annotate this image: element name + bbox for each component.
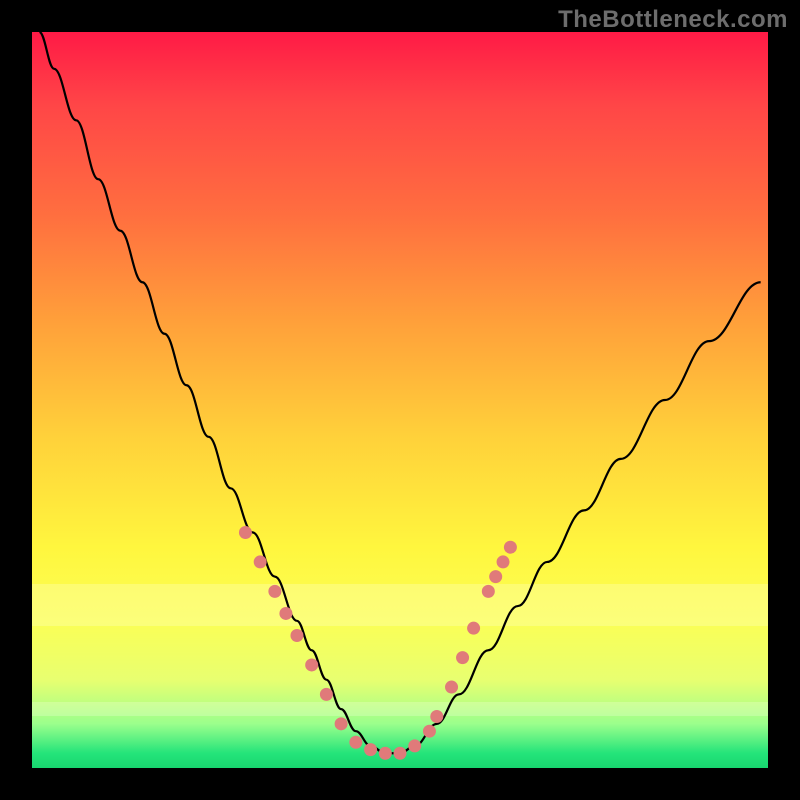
marker-dot — [467, 622, 480, 635]
data-markers — [239, 526, 517, 760]
marker-dot — [290, 629, 303, 642]
chart-svg — [32, 32, 768, 768]
marker-dot — [456, 651, 469, 664]
marker-dot — [320, 688, 333, 701]
watermark-text: TheBottleneck.com — [558, 6, 788, 34]
marker-dot — [497, 555, 510, 568]
marker-dot — [268, 585, 281, 598]
marker-dot — [408, 739, 421, 752]
marker-dot — [349, 736, 362, 749]
plot-area — [32, 32, 768, 768]
marker-dot — [335, 717, 348, 730]
marker-dot — [423, 725, 436, 738]
marker-dot — [482, 585, 495, 598]
frame: TheBottleneck.com — [0, 0, 800, 800]
marker-dot — [394, 747, 407, 760]
marker-dot — [305, 658, 318, 671]
marker-dot — [239, 526, 252, 539]
marker-dot — [430, 710, 443, 723]
marker-dot — [254, 555, 267, 568]
marker-dot — [279, 607, 292, 620]
bottleneck-curve — [39, 32, 760, 753]
marker-dot — [504, 541, 517, 554]
marker-dot — [364, 743, 377, 756]
marker-dot — [489, 570, 502, 583]
marker-dot — [379, 747, 392, 760]
marker-dot — [445, 681, 458, 694]
